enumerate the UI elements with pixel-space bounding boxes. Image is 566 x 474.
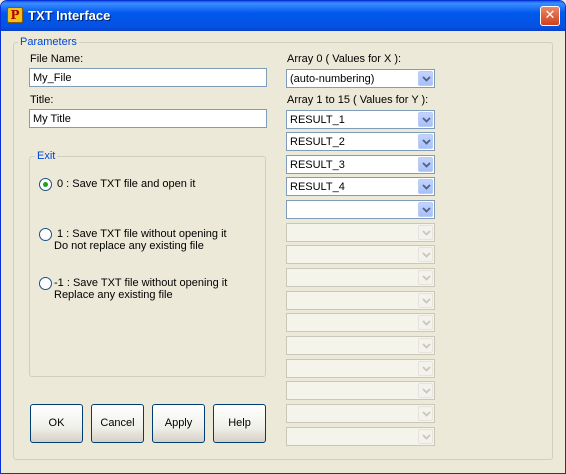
exit-option-1-sublabel: Do not replace any existing file [54,240,204,252]
apply-button[interactable]: Apply [152,404,205,443]
array-y-value-1: RESULT_1 [290,114,345,126]
chevron-down-icon [418,361,433,376]
array-y-select-7 [286,245,435,264]
array-x-value: (auto-numbering) [290,73,375,85]
title-input[interactable] [29,109,267,128]
ok-button[interactable]: OK [30,404,83,443]
chevron-down-icon [418,293,433,308]
chevron-down-icon [418,383,433,398]
radio-exit-1[interactable] [39,228,52,241]
array-y-select-13 [286,381,435,400]
window-title: TXT Interface [28,8,111,23]
title-bar[interactable]: P TXT Interface ✕ [1,1,565,31]
help-button[interactable]: Help [213,404,266,443]
chevron-down-icon[interactable] [418,179,433,194]
array-y-select-6 [286,223,435,242]
exit-option-1-label: 1 : Save TXT file without opening it [57,228,227,240]
chevron-down-icon [418,338,433,353]
exit-legend: Exit [35,150,58,162]
chevron-down-icon [418,225,433,240]
array-y-value-2: RESULT_2 [290,136,345,148]
chevron-down-icon [418,270,433,285]
parameters-legend: Parameters [18,36,79,48]
p-logo-icon: P [7,7,23,23]
array-y-select-12 [286,359,435,378]
array-y-select-4[interactable]: RESULT_4 [286,177,435,196]
close-button[interactable]: ✕ [540,6,560,26]
txt-interface-window: P TXT Interface ✕ Parameters File Name: … [0,0,566,474]
chevron-down-icon [418,429,433,444]
chevron-down-icon[interactable] [418,134,433,149]
array-y-select-15 [286,427,435,446]
array-x-select[interactable]: (auto-numbering) [286,69,435,88]
title-label: Title: [30,94,54,106]
exit-option-2-label: -1 : Save TXT file without opening it [54,277,228,289]
array-x-label: Array 0 ( Values for X ): [287,53,402,65]
array-y-select-8 [286,268,435,287]
chevron-down-icon[interactable] [418,157,433,172]
cancel-button[interactable]: Cancel [91,404,144,443]
array-y-select-9 [286,291,435,310]
array-y-select-5[interactable] [286,200,435,219]
exit-option-0-label: 0 : Save TXT file and open it [57,178,196,190]
array-y-select-11 [286,336,435,355]
chevron-down-icon[interactable] [418,112,433,127]
array-y-select-2[interactable]: RESULT_2 [286,132,435,151]
chevron-down-icon [418,315,433,330]
chevron-down-icon[interactable] [418,71,433,86]
array-y-select-1[interactable]: RESULT_1 [286,110,435,129]
file-name-label: File Name: [30,53,84,65]
array-y-label: Array 1 to 15 ( Values for Y ): [287,94,429,106]
chevron-down-icon[interactable] [418,202,433,217]
array-y-select-10 [286,313,435,332]
file-name-input[interactable] [29,68,267,87]
close-icon: ✕ [544,8,556,23]
exit-option-2-sublabel: Replace any existing file [54,289,173,301]
array-y-value-4: RESULT_4 [290,181,345,193]
array-y-select-3[interactable]: RESULT_3 [286,155,435,174]
radio-exit-0[interactable] [39,178,52,191]
chevron-down-icon [418,406,433,421]
array-y-value-3: RESULT_3 [290,159,345,171]
array-y-select-14 [286,404,435,423]
radio-exit-2[interactable] [39,277,52,290]
chevron-down-icon [418,247,433,262]
